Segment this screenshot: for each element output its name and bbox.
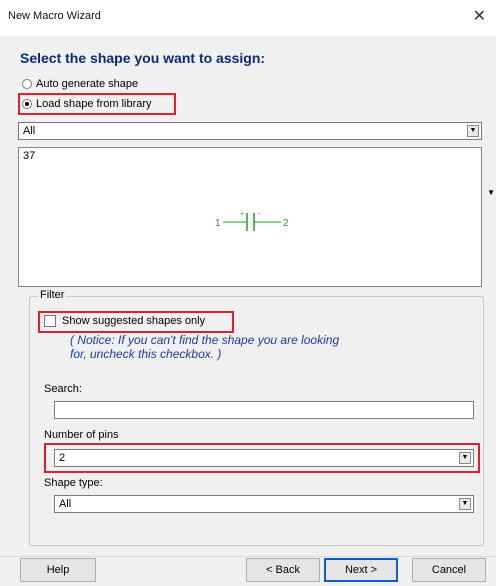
- notice-text-line-2: for, uncheck this checkbox. ): [70, 347, 222, 361]
- filter-group-label: Filter: [38, 289, 67, 301]
- window-title: New Macro Wizard: [8, 10, 101, 22]
- chevron-down-icon[interactable]: ▼: [459, 498, 471, 510]
- plus-label: +: [240, 211, 244, 218]
- page-heading: Select the shape you want to assign:: [20, 50, 266, 66]
- scroll-arrow-icon[interactable]: ▼: [487, 188, 495, 197]
- library-select[interactable]: All ▼: [18, 122, 482, 140]
- footer-divider: [0, 556, 496, 557]
- pins-select[interactable]: 2 ▼: [54, 449, 474, 467]
- pins-select-value: 2: [59, 452, 66, 464]
- shape-count: 37: [23, 150, 36, 162]
- shape-type-select[interactable]: All ▼: [54, 495, 474, 513]
- load-from-library-label: Load shape from library: [36, 98, 152, 110]
- shape-type-label: Shape type:: [44, 477, 103, 489]
- pin1-label: 1: [215, 218, 221, 229]
- search-label: Search:: [44, 383, 82, 395]
- search-input[interactable]: [54, 401, 474, 419]
- auto-generate-radio[interactable]: [22, 79, 32, 89]
- auto-generate-label: Auto generate shape: [36, 78, 139, 90]
- chevron-down-icon[interactable]: ▼: [459, 452, 471, 464]
- filter-group: Filter Show suggested shapes only ( Noti…: [29, 289, 484, 546]
- cancel-button[interactable]: Cancel: [412, 558, 486, 582]
- close-icon[interactable]: ✕: [473, 6, 486, 26]
- next-button[interactable]: Next >: [324, 558, 398, 582]
- library-select-value: All: [23, 125, 36, 137]
- show-suggested-option[interactable]: Show suggested shapes only: [44, 315, 205, 327]
- title-bar: New Macro Wizard ✕: [0, 0, 496, 36]
- capacitor-symbol-icon: 1 2 + -: [215, 211, 289, 231]
- shape-preview-list[interactable]: 37 1 2 + - ▼: [18, 147, 495, 287]
- wizard-body: Select the shape you want to assign: Aut…: [0, 36, 496, 586]
- shape-type-select-value: All: [59, 498, 72, 510]
- chevron-down-icon[interactable]: ▼: [467, 125, 479, 137]
- notice-text-line-1: ( Notice: If you can't find the shape yo…: [70, 333, 340, 347]
- back-button[interactable]: < Back: [246, 558, 320, 582]
- show-suggested-checkbox[interactable]: [44, 315, 56, 327]
- load-from-library-option[interactable]: Load shape from library: [22, 96, 152, 112]
- help-button[interactable]: Help: [20, 558, 96, 582]
- pins-label: Number of pins: [44, 429, 119, 441]
- pin2-label: 2: [283, 218, 289, 229]
- auto-generate-option[interactable]: Auto generate shape: [22, 76, 138, 92]
- show-suggested-label: Show suggested shapes only: [62, 315, 206, 327]
- load-from-library-radio[interactable]: [22, 99, 32, 109]
- minus-label: -: [258, 211, 261, 218]
